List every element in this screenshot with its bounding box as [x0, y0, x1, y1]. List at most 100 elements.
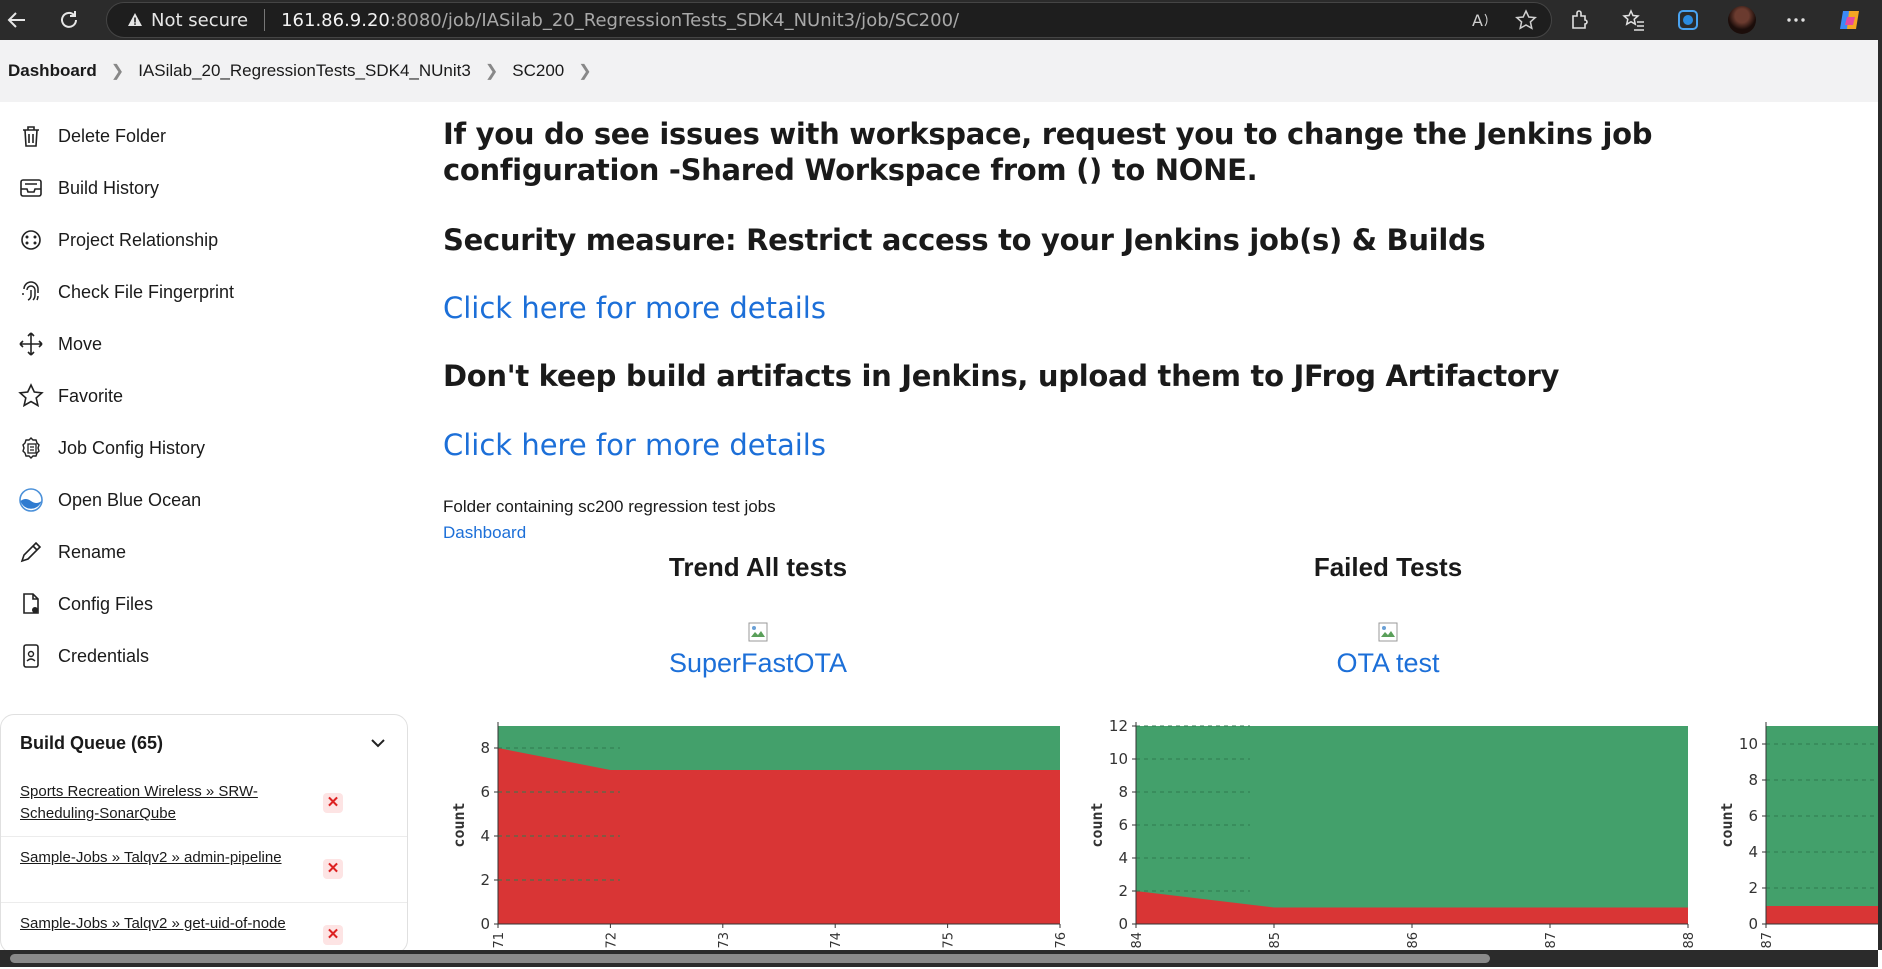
x-tick-label: 88: [1682, 932, 1697, 949]
security-notice: Security measure: Restrict access to you…: [443, 223, 1486, 257]
y-tick-label: 10: [1109, 750, 1128, 768]
horizontal-scrollbar[interactable]: [0, 950, 1878, 967]
vertical-scrollbar[interactable]: [1878, 40, 1882, 950]
x-tick-label: 74: [829, 932, 844, 949]
sidebar-item-delete-folder[interactable]: Delete Folder: [0, 110, 400, 162]
trash-icon: [23, 126, 39, 147]
extensions-button[interactable]: [1566, 6, 1594, 34]
close-icon: ✕: [326, 926, 340, 943]
read-aloud-icon[interactable]: A: [1471, 9, 1493, 31]
close-icon: ✕: [326, 794, 340, 811]
breadcrumb-sc200[interactable]: SC200: [512, 61, 564, 81]
y-tick-label: 8: [480, 739, 490, 757]
url-path: :8080/job/IASilab_20_RegressionTests_SDK…: [389, 9, 960, 31]
address-bar[interactable]: Not secure 161.86.9.20:8080/job/IASilab_…: [106, 2, 1552, 38]
scrollbar-thumb[interactable]: [10, 954, 1490, 963]
sidebar-item-label: Rename: [58, 541, 127, 562]
dashboard-link[interactable]: Dashboard: [443, 523, 526, 543]
refresh-icon: [61, 11, 77, 28]
copilot-button[interactable]: [1836, 6, 1864, 34]
settings-more-button[interactable]: [1782, 6, 1810, 34]
y-axis-label: count: [1088, 802, 1106, 847]
sidebar-item-label: Move: [58, 333, 103, 354]
y-tick-label: 12: [1109, 717, 1128, 735]
list-item: Sports Recreation Wireless » SRW-Schedul…: [1, 771, 407, 837]
x-tick-label: 76: [1054, 932, 1069, 949]
superfastota-link[interactable]: SuperFastOTA: [558, 648, 958, 679]
sidebar-item-job-config-history[interactable]: Job Config History: [0, 422, 400, 474]
y-tick-label: 6: [1748, 807, 1758, 825]
broken-image-icon: [1378, 622, 1398, 642]
sidebar-item-move[interactable]: Move: [0, 318, 400, 370]
cancel-build-button[interactable]: ✕: [323, 859, 343, 879]
area-series-0: [1766, 906, 1878, 924]
sidebar: Delete Folder Build History Project Rela…: [0, 110, 400, 682]
queue-job-link[interactable]: Sample-Jobs » Talqv2 » admin-pipeline: [20, 849, 282, 866]
details-link-security[interactable]: Click here for more details: [443, 290, 826, 326]
config-history-icon: [22, 437, 40, 459]
x-tick-label: 72: [604, 932, 619, 949]
favorites-button[interactable]: [1620, 6, 1648, 34]
url-host: 161.86.9.20: [281, 9, 390, 31]
queue-job-link[interactable]: Sports Recreation Wireless » SRW-Schedul…: [20, 783, 258, 822]
sidebar-item-open-blue-ocean[interactable]: Open Blue Ocean: [0, 474, 400, 526]
back-arrow-icon: [7, 12, 25, 28]
cancel-build-button[interactable]: ✕: [323, 925, 343, 945]
x-tick-label: 87: [1544, 932, 1559, 949]
favorite-star-icon[interactable]: [1515, 9, 1537, 31]
breadcrumb-dashboard[interactable]: Dashboard: [8, 61, 97, 81]
build-queue-panel: Build Queue (65) Sports Recreation Wirel…: [0, 714, 408, 954]
sidebar-item-label: Delete Folder: [58, 125, 167, 146]
edge-button[interactable]: [1674, 6, 1702, 34]
sidebar-item-project-relationship[interactable]: Project Relationship: [0, 214, 400, 266]
sidebar-item-label: Config Files: [58, 593, 154, 614]
fingerprint-icon: [22, 281, 39, 301]
sidebar-item-config-files[interactable]: Config Files: [0, 578, 400, 630]
third-trend-chart: 0 2 4 6 8 10 count 87: [1718, 722, 1878, 949]
queue-job-link[interactable]: Sample-Jobs » Talqv2 » get-uid-of-node: [20, 915, 286, 932]
x-tick-label: 86: [1406, 932, 1421, 949]
pencil-icon: [20, 541, 42, 563]
browser-toolbar: Not secure 161.86.9.20:8080/job/IASilab_…: [0, 0, 1882, 40]
close-icon: ✕: [326, 860, 340, 877]
sidebar-item-label: Open Blue Ocean: [58, 489, 202, 510]
url-separator: [264, 9, 266, 31]
y-tick-label: 0: [480, 915, 490, 933]
sidebar-item-favorite[interactable]: Favorite: [0, 370, 400, 422]
breadcrumb-folder[interactable]: IASilab_20_RegressionTests_SDK4_NUnit3: [138, 61, 471, 81]
y-tick-label: 2: [480, 871, 490, 889]
trend-chart: 0 2 4 6 8 count 71 72 73 74 75 76: [450, 722, 1069, 949]
y-tick-label: 6: [1118, 816, 1128, 834]
sidebar-item-rename[interactable]: Rename: [0, 526, 400, 578]
build-queue-header[interactable]: Build Queue (65): [1, 715, 407, 771]
move-icon: [19, 332, 43, 356]
x-tick-label: 75: [942, 932, 957, 949]
y-tick-label: 8: [1748, 771, 1758, 789]
copilot-icon: [1840, 11, 1859, 29]
refresh-button[interactable]: [52, 3, 86, 37]
security-label: Not secure: [151, 9, 249, 31]
puzzle-icon: [1572, 10, 1588, 29]
sidebar-item-credentials[interactable]: Credentials: [0, 630, 400, 682]
sidebar-item-check-file-fingerprint[interactable]: Check File Fingerprint: [0, 266, 400, 318]
ota-test-link[interactable]: OTA test: [1188, 648, 1588, 679]
security-indicator[interactable]: Not secure: [127, 10, 248, 31]
more-dots-icon: [1787, 18, 1805, 22]
chevron-right-icon: ❯: [484, 63, 499, 80]
sidebar-item-label: Job Config History: [58, 437, 206, 458]
sidebar-item-label: Credentials: [58, 645, 150, 666]
svg-text:A: A: [1472, 11, 1483, 30]
profile-button[interactable]: [1728, 6, 1756, 34]
area-series-0: [498, 748, 1060, 924]
chevron-right-icon[interactable]: ❯: [578, 61, 591, 81]
cancel-build-button[interactable]: ✕: [323, 793, 343, 813]
chevron-down-icon[interactable]: [369, 734, 387, 752]
workspace-notice: If you do see issues with workspace, req…: [443, 117, 1653, 187]
edge-icon: [1678, 10, 1698, 30]
back-button[interactable]: [0, 3, 34, 37]
x-tick-label: 73: [717, 932, 732, 949]
sidebar-item-build-history[interactable]: Build History: [0, 162, 400, 214]
folder-description: Folder containing sc200 regression test …: [443, 497, 776, 516]
details-link-artifactory[interactable]: Click here for more details: [443, 427, 826, 463]
x-tick-label: 71: [492, 932, 507, 949]
